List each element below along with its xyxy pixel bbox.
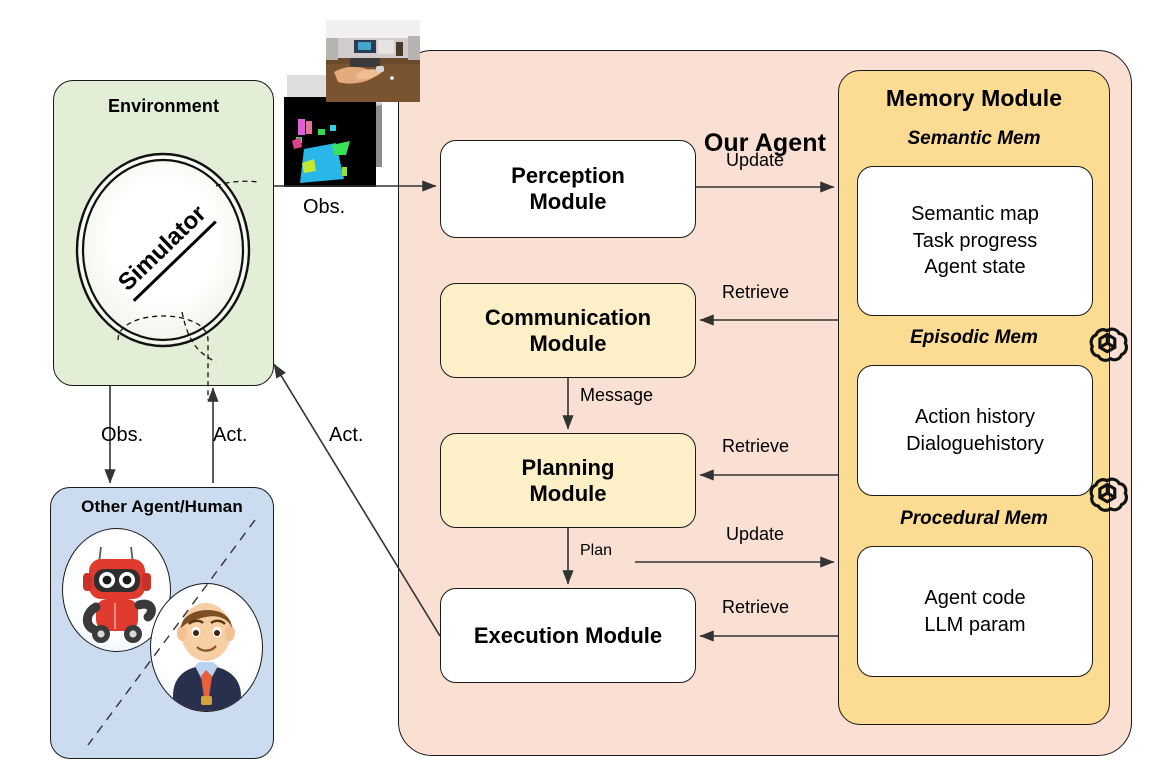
- communication-retrieve-label: Retrieve: [722, 282, 790, 302]
- procedural-mem-box: Agent code LLM param: [857, 546, 1093, 677]
- perception-module-label: Perception Module: [511, 163, 625, 214]
- procedural-mem-item: LLM param: [924, 613, 1026, 636]
- human-glyph-icon: [173, 603, 241, 711]
- perception-update-label: Update: [726, 150, 785, 170]
- execution-module-box[interactable]: Execution Module: [440, 588, 696, 683]
- planning-update-label: Update: [726, 524, 785, 544]
- episodic-mem-item: Dialoguehistory: [906, 432, 1044, 455]
- planning-plan-label: Plan: [580, 542, 613, 559]
- human-avatar-icon: [150, 583, 263, 712]
- procedural-mem-heading: Procedural Mem: [900, 508, 1048, 529]
- openai-logo-icon: [1089, 327, 1128, 362]
- communication-module-box[interactable]: Communication Module: [440, 283, 1128, 378]
- semantic-mem-item: Agent state: [924, 256, 1026, 279]
- rgb-observation-thumbnail: [326, 20, 420, 102]
- semantic-mem-item: Task progress: [912, 229, 1038, 252]
- segmentation-observation-thumbnail: [284, 97, 376, 187]
- diagram-canvas: Our Agent Environment Simulator Other Ag…: [0, 0, 1153, 767]
- execution-retrieve-label: Retrieve: [722, 597, 790, 617]
- memory-module-panel: Memory Module Semantic Mem Semantic map …: [838, 70, 1110, 725]
- perception-module-box[interactable]: Perception Module: [440, 140, 696, 238]
- planning-retrieve-label: Retrieve: [722, 436, 790, 456]
- memory-module-title: Memory Module: [885, 85, 1063, 111]
- episodic-mem-box: Action history Dialoguehistory: [857, 365, 1093, 496]
- planning-module-box[interactable]: Planning Module: [440, 433, 1128, 528]
- episodic-mem-heading: Episodic Mem: [910, 327, 1038, 348]
- act-from-other-label: Act.: [213, 424, 248, 446]
- obs-to-other-label: Obs.: [101, 424, 144, 446]
- other-agent-human-title: Other Agent/Human: [81, 497, 243, 516]
- communication-module-label: Communication Module: [484, 304, 652, 356]
- semantic-mem-item: Semantic map: [911, 202, 1039, 225]
- episodic-mem-item: Action history: [914, 405, 1036, 428]
- planning-module-label: Planning Module: [521, 454, 615, 506]
- semantic-mem-box: Semantic map Task progress Agent state: [857, 166, 1093, 316]
- environment-title: Environment: [107, 96, 220, 116]
- segmentation-image-icon: [284, 97, 376, 187]
- openai-logo-icon: [1089, 477, 1128, 512]
- act-to-env-label: Act.: [329, 424, 364, 446]
- simulator-node: Simulator: [78, 155, 250, 345]
- communication-message-label: Message: [580, 385, 654, 405]
- semantic-mem-heading: Semantic Mem: [907, 128, 1041, 149]
- rgb-image-icon: [326, 20, 420, 102]
- execution-module-label: Execution Module: [473, 622, 663, 648]
- procedural-mem-item: Agent code: [924, 586, 1026, 609]
- obs-to-perception-label: Obs.: [303, 196, 346, 218]
